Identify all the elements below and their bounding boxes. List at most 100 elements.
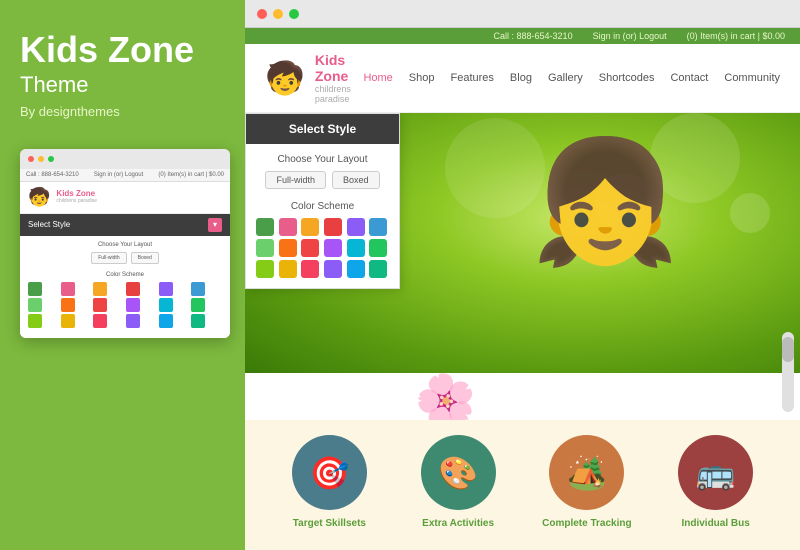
color-swatch[interactable]	[324, 218, 342, 236]
site-logo-tagline: childrens paradise	[315, 84, 364, 104]
site-logo-text-area: Kids Zone childrens paradise	[315, 52, 364, 104]
mini-fullwidth-btn[interactable]: Full-width	[91, 252, 126, 264]
icon-blob: 🏕️	[549, 435, 624, 510]
mini-color-title: Color Scheme	[28, 272, 222, 278]
fullwidth-btn[interactable]: Full-width	[265, 171, 326, 189]
mini-layout-buttons: Full-width Boxed	[28, 252, 222, 264]
app-author: By designthemes	[20, 104, 120, 119]
mini-color-swatch[interactable]	[28, 282, 42, 296]
color-swatch[interactable]	[324, 239, 342, 257]
hero-figure: 👧	[531, 133, 680, 273]
dot-yellow	[273, 9, 283, 19]
nav-item-shop[interactable]: Shop	[409, 72, 435, 84]
mini-color-swatch[interactable]	[93, 298, 107, 312]
mini-color-swatch[interactable]	[61, 282, 75, 296]
color-swatch[interactable]	[256, 239, 274, 257]
dot-green	[289, 9, 299, 19]
nav-item-gallery[interactable]: Gallery	[548, 72, 583, 84]
icon-item-extra-activities: 🎨 Extra Activities	[408, 435, 508, 529]
mini-color-swatch[interactable]	[159, 282, 173, 296]
mini-color-swatch[interactable]	[126, 314, 140, 328]
mini-logo-icon: 🧒	[28, 187, 50, 208]
icon-label: Extra Activities	[422, 518, 494, 529]
color-swatch[interactable]	[369, 260, 387, 278]
mini-color-grid	[28, 282, 222, 328]
color-swatch[interactable]	[347, 218, 365, 236]
icon-item-target-skillsets: 🎯 Target Skillsets	[279, 435, 379, 529]
mini-color-swatch[interactable]	[159, 314, 173, 328]
browser-chrome	[245, 0, 800, 28]
mini-color-swatch[interactable]	[126, 298, 140, 312]
nav-item-contact[interactable]: Contact	[670, 72, 708, 84]
icon-blob: 🎨	[421, 435, 496, 510]
site-header: 🧒 Kids Zone childrens paradise Home Shop F…	[245, 44, 800, 113]
mini-browser-preview: Call : 888-654-3210 Sign in (or) Logout …	[20, 149, 230, 338]
mini-color-swatch[interactable]	[93, 282, 107, 296]
color-swatch[interactable]	[347, 260, 365, 278]
mini-dot-green	[48, 156, 54, 162]
left-panel: Kids Zone Theme By designthemes Call : 8…	[0, 0, 245, 550]
scroll-indicator[interactable]	[782, 332, 794, 412]
nav-item-blog[interactable]: Blog	[510, 72, 532, 84]
mini-logo-text: Kids Zone	[56, 190, 97, 199]
mini-call: Call : 888-654-3210	[26, 172, 79, 178]
icon-item-individual-bus: 🚌Individual Bus	[666, 435, 766, 529]
color-swatch[interactable]	[256, 260, 274, 278]
app-title: Kids Zone	[20, 30, 194, 70]
color-swatch[interactable]	[301, 218, 319, 236]
mini-select-style-label: Select Style	[28, 220, 70, 229]
icon-label: Individual Bus	[681, 518, 749, 529]
select-style-popup[interactable]: Select Style Choose Your Layout Full-wid…	[245, 113, 400, 289]
mini-color-swatch[interactable]	[191, 314, 205, 328]
site-logo-icon: 🧒	[265, 59, 305, 97]
mini-logo-tagline: childrens paradise	[56, 198, 97, 204]
mini-select-style-bar[interactable]: Select Style ▾	[20, 214, 230, 236]
color-scheme-title: Color Scheme	[256, 201, 389, 212]
mini-color-swatch[interactable]	[28, 314, 42, 328]
color-swatch[interactable]	[347, 239, 365, 257]
nav-item-shortcodes[interactable]: Shortcodes	[599, 72, 655, 84]
nav-item-features[interactable]: Features	[451, 72, 494, 84]
nav-item-home[interactable]: Home	[363, 72, 392, 84]
app-subtitle: Theme	[20, 72, 88, 98]
site-logo-area: 🧒 Kids Zone childrens paradise	[265, 52, 363, 104]
color-swatch[interactable]	[301, 239, 319, 257]
color-swatch[interactable]	[279, 218, 297, 236]
color-grid	[256, 218, 389, 278]
color-swatch[interactable]	[301, 260, 319, 278]
mini-color-swatch[interactable]	[126, 282, 140, 296]
topbar-signin[interactable]: Sign in (or) Logout	[593, 31, 667, 41]
color-swatch[interactable]	[324, 260, 342, 278]
topbar-call: Call : 888-654-3210	[494, 31, 573, 41]
color-swatch[interactable]	[279, 239, 297, 257]
nav-item-community[interactable]: Community	[724, 72, 780, 84]
right-panel: Call : 888-654-3210 Sign in (or) Logout …	[245, 0, 800, 550]
site-main: 🌸 👧 Select Style Choose Your Layout Full…	[245, 113, 800, 550]
mini-color-swatch[interactable]	[93, 314, 107, 328]
mini-browser-chrome	[20, 149, 230, 169]
mini-color-swatch[interactable]	[61, 314, 75, 328]
icon-item-complete-tracking: 🏕️Complete Tracking	[537, 435, 637, 529]
layout-buttons: Full-width Boxed	[256, 171, 389, 189]
icon-label: Target Skillsets	[293, 518, 366, 529]
mini-boxed-btn[interactable]: Boxed	[131, 252, 159, 264]
boxed-btn[interactable]: Boxed	[332, 171, 380, 189]
popup-layout-title: Choose Your Layout	[256, 154, 389, 165]
color-swatch[interactable]	[369, 239, 387, 257]
topbar-cart: (0) Item(s) in cart | $0.00	[687, 31, 785, 41]
icon-blob: 🎯	[292, 435, 367, 510]
mini-cart: (0) Item(s) in cart | $0.00	[158, 172, 224, 178]
mini-topbar: Call : 888-654-3210 Sign in (or) Logout …	[20, 169, 230, 182]
mini-color-swatch[interactable]	[191, 298, 205, 312]
color-swatch[interactable]	[279, 260, 297, 278]
mini-color-swatch[interactable]	[159, 298, 173, 312]
mini-color-swatch[interactable]	[191, 282, 205, 296]
color-swatch[interactable]	[256, 218, 274, 236]
mini-color-swatch[interactable]	[61, 298, 75, 312]
mini-signin: Sign in (or) Logout	[94, 172, 143, 178]
mini-dot-red	[28, 156, 34, 162]
mini-select-dropdown-btn[interactable]: ▾	[208, 218, 222, 232]
popup-body: Choose Your Layout Full-width Boxed Colo…	[246, 144, 399, 288]
mini-color-swatch[interactable]	[28, 298, 42, 312]
color-swatch[interactable]	[369, 218, 387, 236]
